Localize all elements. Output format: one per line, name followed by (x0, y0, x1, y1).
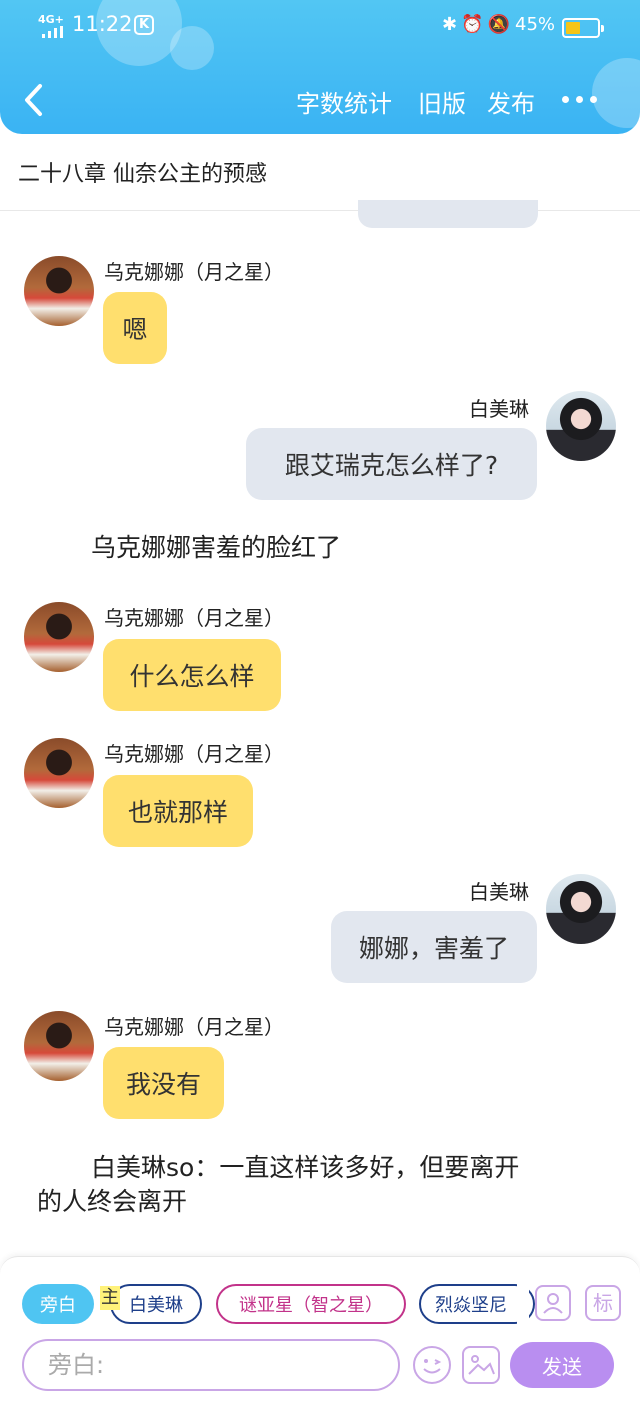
avatar[interactable] (24, 1011, 94, 1081)
clock: 11:22 (72, 12, 133, 36)
signal-icon (42, 26, 66, 38)
message-input[interactable]: 旁白: (22, 1339, 400, 1391)
speaker-name: 乌克娜娜（月之星） (104, 606, 284, 630)
avatar[interactable] (546, 874, 616, 944)
message-bubble[interactable]: 也就那样 (103, 775, 253, 847)
character-manager-icon[interactable] (535, 1285, 571, 1321)
battery-percent: 45% (515, 14, 556, 35)
speaker-name: 乌克娜娜（月之星） (104, 742, 284, 766)
chevron-left-icon (25, 84, 42, 116)
avatar[interactable] (24, 738, 94, 808)
message-bubble[interactable]: 娜娜，害羞了 (331, 911, 537, 983)
chapter-title: 二十八章 仙奈公主的预感 (18, 162, 267, 187)
owner-tag: 主 (100, 1286, 120, 1310)
role-chip-baimeilin[interactable]: 白美琳 (110, 1284, 202, 1324)
top-bar: 4G+ 11:22 K ✱⏰🔕 45% 字数统计 旧版 发布 (0, 0, 640, 134)
alarm-icon: ⏰ (461, 14, 488, 35)
send-button[interactable]: 发送 (510, 1342, 614, 1388)
tag-icon[interactable]: 标 (585, 1285, 621, 1321)
role-chip-narration[interactable]: 旁白 (22, 1284, 94, 1324)
back-button[interactable] (20, 80, 50, 120)
role-chip-miyaxing[interactable]: 谜亚星（智之星） (216, 1284, 406, 1324)
speaker-name: 乌克娜娜（月之星） (104, 1015, 284, 1039)
narration-text-line[interactable]: 白美琳so：一直这样该多好，但要离开 (91, 1151, 519, 1185)
emoji-icon[interactable] (413, 1346, 451, 1384)
smiley-face (423, 1359, 442, 1374)
avatar[interactable] (546, 391, 616, 461)
narration-text[interactable]: 乌克娜娜害羞的脸红了 (91, 531, 341, 565)
word-count-button[interactable]: 字数统计 (296, 84, 392, 119)
speaker-name: 白美琳 (469, 880, 529, 904)
avatar[interactable] (24, 602, 94, 672)
publish-button[interactable]: 发布 (487, 84, 535, 119)
chat-editor-screen: 4G+ 11:22 K ✱⏰🔕 45% 字数统计 旧版 发布 二十八章 仙奈公主… (0, 0, 640, 1427)
picture-glyph (468, 1355, 495, 1375)
network-label: 4G+ (38, 13, 64, 26)
app-badge-icon: K (134, 15, 154, 35)
mute-icon: 🔕 (487, 14, 514, 35)
status-bar: 4G+ 11:22 K ✱⏰🔕 45% (0, 8, 640, 44)
battery-fill (566, 22, 580, 34)
message-bubble[interactable]: 什么怎么样 (103, 639, 281, 711)
chip-scroll-fade (517, 1282, 529, 1326)
bluetooth-icon: ✱ (442, 14, 462, 35)
narration-text-line[interactable]: 的人终会离开 (37, 1185, 187, 1219)
image-icon[interactable] (462, 1346, 500, 1384)
previous-message-bubble[interactable] (358, 200, 538, 228)
avatar[interactable] (24, 256, 94, 326)
speaker-name: 白美琳 (469, 397, 529, 421)
message-bubble[interactable]: 嗯 (103, 292, 167, 364)
battery-icon (562, 18, 604, 38)
divider (0, 210, 640, 211)
message-bubble[interactable]: 跟艾瑞克怎么样了? (246, 428, 537, 500)
speaker-name: 乌克娜娜（月之星） (104, 260, 284, 284)
more-options-icon[interactable] (560, 86, 600, 112)
old-version-button[interactable]: 旧版 (418, 84, 466, 119)
message-bubble[interactable]: 我没有 (103, 1047, 224, 1119)
system-icons: ✱⏰🔕 (442, 14, 514, 35)
battery-tip (601, 25, 604, 32)
person-card-icon (543, 1293, 563, 1314)
